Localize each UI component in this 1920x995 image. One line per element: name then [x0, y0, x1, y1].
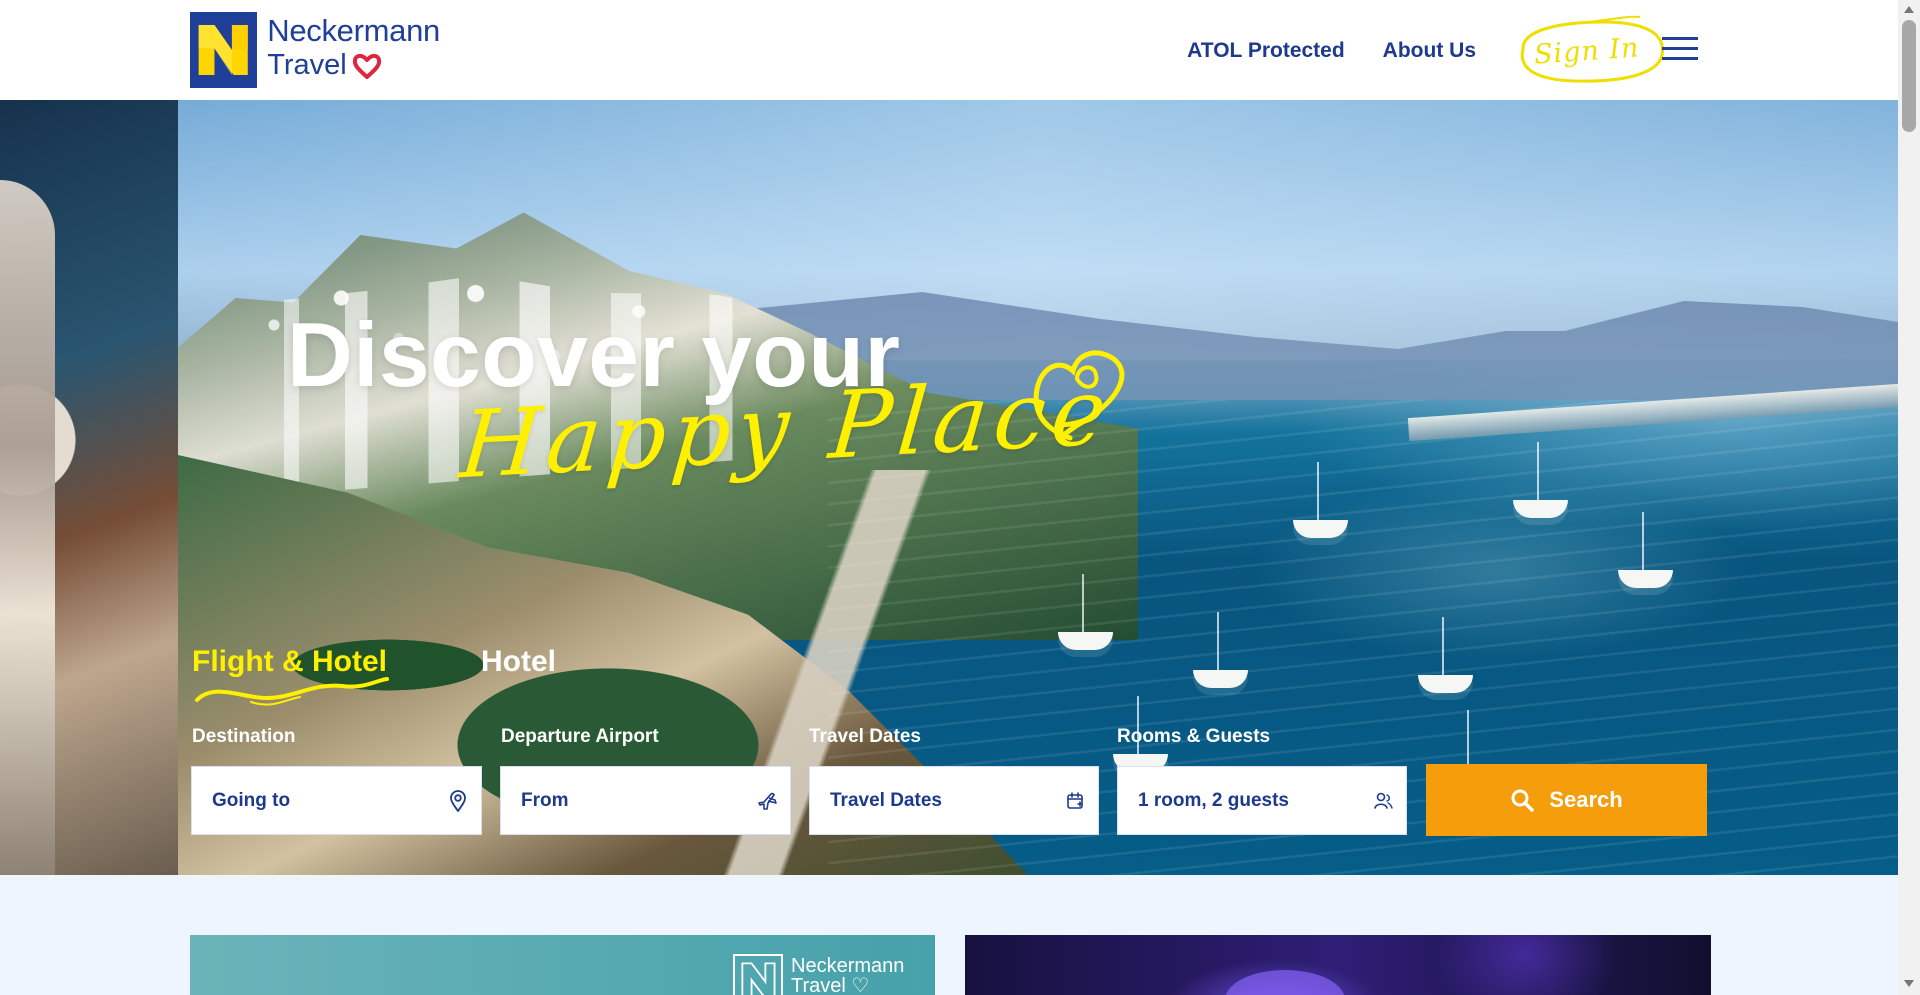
- neckermann-logo-icon: [190, 12, 258, 88]
- featured-offer-card-right[interactable]: [965, 935, 1711, 995]
- main-navigation: ATOL Protected About Us Sign In: [1187, 15, 1672, 83]
- card-heart-icon: ♡: [851, 975, 870, 995]
- destination-label: Destination: [192, 726, 296, 747]
- departure-airport-label: Departure Airport: [501, 726, 659, 747]
- card-brand-top: Neckermann: [791, 955, 905, 977]
- rooms-guests-label: Rooms & Guests: [1117, 726, 1271, 747]
- scroll-thumb[interactable]: [1902, 20, 1916, 132]
- harbor-hero-photo: [178, 100, 1898, 875]
- travel-dates-value: Travel Dates: [830, 789, 942, 811]
- search-button-label: Search: [1549, 787, 1623, 812]
- brand-wordmark-top: Neckermann: [267, 13, 440, 48]
- homepage: Neckermann Travel ATOL Protected About U…: [0, 0, 1920, 995]
- selected-tab-underline-icon: [195, 677, 389, 706]
- brand-wordmark: Neckermann Travel: [267, 12, 440, 80]
- card-brand-wordmark: Neckermann Travel ♡: [791, 954, 904, 995]
- card-brand-travel: Travel: [791, 975, 846, 995]
- tab-hotel[interactable]: Hotel: [481, 645, 556, 679]
- scroll-up-arrow-icon[interactable]: [1904, 6, 1914, 13]
- card-neckermann-logo-icon: [733, 954, 783, 995]
- tab-flight-hotel[interactable]: Flight & Hotel: [192, 645, 387, 679]
- location-pin-icon: [450, 790, 466, 812]
- brand-wordmark-bottom: Travel: [267, 51, 440, 80]
- plane-icon: [758, 792, 777, 810]
- brand-travel-text: Travel: [267, 49, 347, 81]
- departure-airport-field[interactable]: From: [500, 766, 791, 835]
- left-travel-photo-slice: [0, 100, 178, 875]
- calendar-icon: [1067, 792, 1083, 809]
- rooms-guests-field[interactable]: 1 room, 2 guests: [1117, 766, 1407, 835]
- search-button[interactable]: Search: [1426, 764, 1707, 836]
- card-brand-logo: Neckermann Travel ♡: [733, 954, 904, 995]
- destination-value: Going to: [212, 789, 291, 811]
- hamburger-menu-icon[interactable]: [1662, 37, 1698, 61]
- nav-atol-protected[interactable]: ATOL Protected: [1187, 39, 1345, 63]
- vertical-scrollbar[interactable]: [1898, 0, 1920, 995]
- script-heart-icon: [1033, 350, 1125, 441]
- site-header: Neckermann Travel ATOL Protected About U…: [0, 0, 1898, 100]
- featured-offer-card-left[interactable]: Neckermann Travel ♡: [190, 935, 935, 995]
- card-brand-bottom: Travel ♡: [791, 976, 904, 995]
- hero-search-section: Discover your Happy Place: [0, 100, 1898, 875]
- guests-icon: [1374, 792, 1393, 809]
- search-icon: [1511, 789, 1535, 812]
- rooms-guests-value: 1 room, 2 guests: [1138, 789, 1289, 811]
- sign-in-button[interactable]: Sign In: [1502, 14, 1672, 88]
- travel-dates-label: Travel Dates: [809, 726, 921, 747]
- sign-in-label: Sign In: [1533, 31, 1641, 71]
- travel-dates-field[interactable]: Travel Dates: [809, 766, 1099, 835]
- brand-logo[interactable]: Neckermann Travel: [190, 12, 440, 90]
- scroll-down-arrow-icon[interactable]: [1904, 980, 1914, 987]
- destination-field[interactable]: Going to: [191, 766, 482, 835]
- nav-about-us[interactable]: About Us: [1383, 39, 1476, 63]
- heart-icon: [352, 53, 381, 79]
- departure-airport-value: From: [521, 789, 569, 811]
